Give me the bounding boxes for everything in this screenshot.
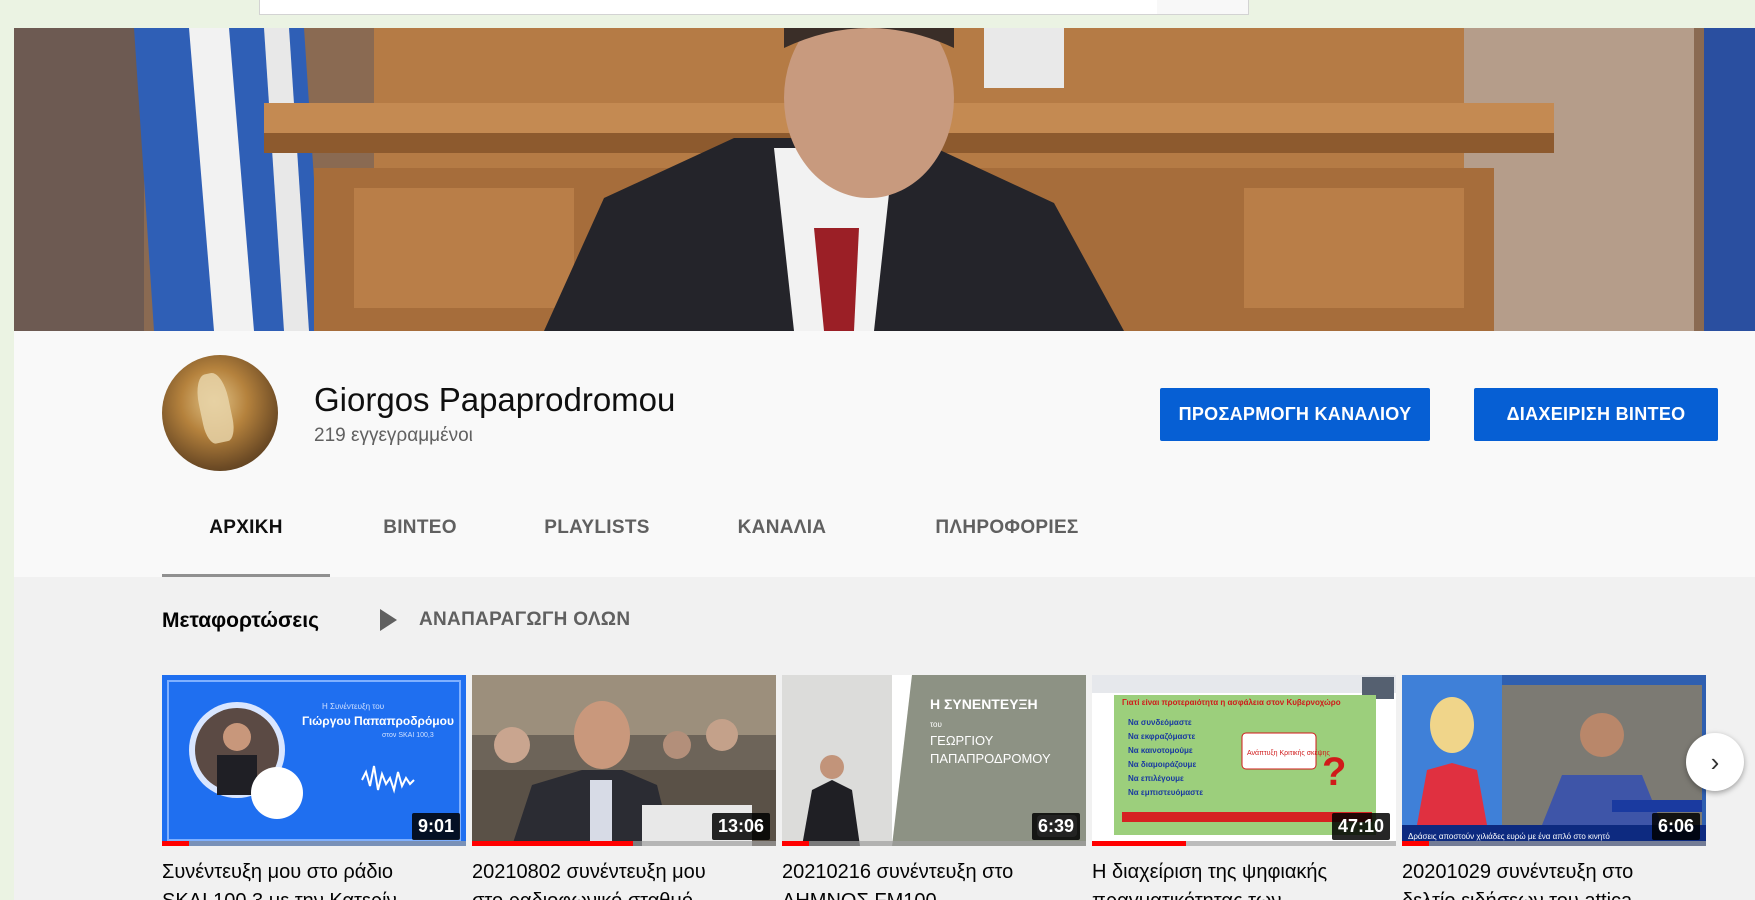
channel-page: Giorgos Papaprodromou 219 εγγεγραμμένοι …	[14, 28, 1755, 900]
search-button[interactable]	[1157, 0, 1249, 15]
search-input[interactable]	[259, 0, 1158, 15]
tab-channels[interactable]: ΚΑΝΑΛΙΑ	[717, 478, 847, 577]
uploads-shelf-title[interactable]: Μεταφορτώσεις	[162, 609, 319, 633]
play-icon	[380, 609, 397, 631]
progress-track	[162, 841, 466, 846]
thumb4-callout: Ανάπτυξη Κριτικής σκέψης	[1247, 749, 1331, 757]
thumb4-heading: Γιατί είναι προτεραιότητα η ασφάλεια στο…	[1122, 698, 1341, 707]
svg-text:?: ?	[1322, 750, 1346, 794]
tab-about[interactable]: ΠΛΗΡΟΦΟΡΙΕΣ	[917, 478, 1097, 577]
video-title[interactable]: Η διαχείριση της ψηφιακής πραγματικότητα…	[1092, 858, 1392, 900]
video-title[interactable]: 20210216 συνέντευξη στο ΛΗΜΝΟΣ FM100	[782, 858, 1082, 900]
thumb3-line1: Η ΣΥΝΕΝΤΕΥΞΗ	[930, 696, 1038, 712]
video-duration: 47:10	[1331, 813, 1390, 840]
video-title-line: 20210216 συνέντευξη στο	[782, 861, 1014, 883]
video-thumbnail[interactable]: 13:06	[472, 675, 776, 846]
thumb4-bullet: Να διαμοιράζουμε	[1128, 760, 1196, 769]
thumb4-bullet: Να εκφραζόμαστε	[1128, 732, 1195, 741]
video-title-line: δελτίο ειδήσεων του attica...	[1402, 887, 1702, 900]
thumb4-bullet: Να επιλέγουμε	[1128, 774, 1184, 783]
thumb3-line2: του	[930, 720, 942, 729]
avatar-figure	[193, 370, 237, 446]
video-thumbnail[interactable]: Δράσεις αποστούν χιλιάδες ευρώ με ένα απ…	[1402, 675, 1706, 846]
watch-progress	[1402, 841, 1430, 846]
thumb5-ticker: Δράσεις αποστούν χιλιάδες ευρώ με ένα απ…	[1408, 832, 1610, 841]
video-thumbnail[interactable]: Γιατί είναι προτεραιότητα η ασφάλεια στο…	[1092, 675, 1396, 846]
video-title-line: στο ραδιοφωνικό σταθμό...	[472, 887, 772, 900]
video-duration: 13:06	[711, 813, 770, 840]
video-title-line: Συνέντευξη μου στο ράδιο	[162, 861, 394, 883]
thumb3-line4: ΠΑΠΑΠΡΟΔΡΟΜΟΥ	[930, 751, 1051, 766]
thumb4-bullet: Να εμπιστευόμαστε	[1128, 788, 1203, 797]
thumb4-bullet: Να συνδεόμαστε	[1128, 718, 1192, 727]
manage-videos-button[interactable]: ΔΙΑΧΕΙΡΙΣΗ ΒΙΝΤΕΟ	[1474, 388, 1718, 441]
video-card[interactable]: Γιατί είναι προτεραιότητα η ασφάλεια στο…	[1092, 675, 1396, 900]
avatar[interactable]	[162, 355, 278, 471]
watch-progress	[782, 841, 810, 846]
thumb1-line3: στον SKAI 100,3	[382, 732, 434, 739]
progress-track	[1402, 841, 1706, 846]
video-title-line: SKAI 100,3 με την Κατερίν...	[162, 887, 462, 900]
watch-progress	[472, 841, 634, 846]
tab-videos[interactable]: ΒΙΝΤΕΟ	[360, 478, 480, 577]
chevron-right-icon[interactable]: ›	[1686, 733, 1744, 791]
video-title-line: 20201029 συνέντευξη στο	[1402, 861, 1634, 883]
video-duration: 6:06	[1651, 813, 1700, 840]
video-thumbnail[interactable]: Η ΣΥΝΕΝΤΕΥΞΗ του ΓΕΩΡΓΙΟΥ ΠΑΠΑΠΡΟΔΡΟΜΟΥ …	[782, 675, 1086, 846]
thumb1-line1: Η Συνέντευξη του	[322, 702, 384, 711]
thumb3-line3: ΓΕΩΡΓΙΟΥ	[930, 733, 994, 748]
watch-progress	[162, 841, 190, 846]
customize-channel-button[interactable]: ΠΡΟΣΑΡΜΟΓΗ ΚΑΝΑΛΙΟΥ	[1160, 388, 1430, 441]
home-content: Μεταφορτώσεις ΑΝΑΠΑΡΑΓΩΓΗ ΟΛΩΝ Η Συνέντε…	[14, 577, 1755, 900]
video-title[interactable]: Συνέντευξη μου στο ράδιο SKAI 100,3 με τ…	[162, 858, 462, 900]
progress-track	[782, 841, 1086, 846]
tab-home[interactable]: ΑΡΧΙΚΗ	[162, 478, 330, 577]
video-card[interactable]: 13:06 20210802 συνέντευξη μου στο ραδιοφ…	[472, 675, 776, 900]
video-thumbnail[interactable]: Η Συνέντευξη του Γιώργου Παπαπροδρόμου σ…	[162, 675, 466, 846]
channel-banner	[14, 28, 1755, 331]
thumb4-bullet: Να καινοτομούμε	[1128, 746, 1193, 755]
video-title[interactable]: 20210802 συνέντευξη μου στο ραδιοφωνικό …	[472, 858, 772, 900]
play-all-label: ΑΝΑΠΑΡΑΓΩΓΗ ΟΛΩΝ	[419, 609, 631, 630]
banner-image	[14, 28, 1755, 331]
thumb1-line2: Γιώργου Παπαπροδρόμου	[302, 714, 454, 728]
video-card[interactable]: Η ΣΥΝΕΝΤΕΥΞΗ του ΓΕΩΡΓΙΟΥ ΠΑΠΑΠΡΟΔΡΟΜΟΥ …	[782, 675, 1086, 900]
video-card[interactable]: Η Συνέντευξη του Γιώργου Παπαπροδρόμου σ…	[162, 675, 466, 900]
video-title-line: πραγματικότητας των...	[1092, 887, 1392, 900]
channel-header: Giorgos Papaprodromou 219 εγγεγραμμένοι …	[14, 331, 1755, 577]
channel-name: Giorgos Papaprodromou	[314, 381, 676, 418]
subscriber-count: 219 εγγεγραμμένοι	[314, 425, 473, 446]
video-duration: 6:39	[1031, 813, 1080, 840]
video-title-line: ΛΗΜΝΟΣ FM100	[782, 887, 1082, 900]
tab-playlists[interactable]: PLAYLISTS	[517, 478, 677, 577]
video-duration: 9:01	[411, 813, 460, 840]
watch-progress	[1092, 841, 1187, 846]
video-title[interactable]: 20201029 συνέντευξη στο δελτίο ειδήσεων …	[1402, 858, 1702, 900]
play-all-button[interactable]: ΑΝΑΠΑΡΑΓΩΓΗ ΟΛΩΝ	[380, 609, 630, 631]
video-title-line: Η διαχείριση της ψηφιακής	[1092, 861, 1328, 883]
video-card[interactable]: Δράσεις αποστούν χιλιάδες ευρώ με ένα απ…	[1402, 675, 1706, 900]
video-title-line: 20210802 συνέντευξη μου	[472, 861, 706, 883]
